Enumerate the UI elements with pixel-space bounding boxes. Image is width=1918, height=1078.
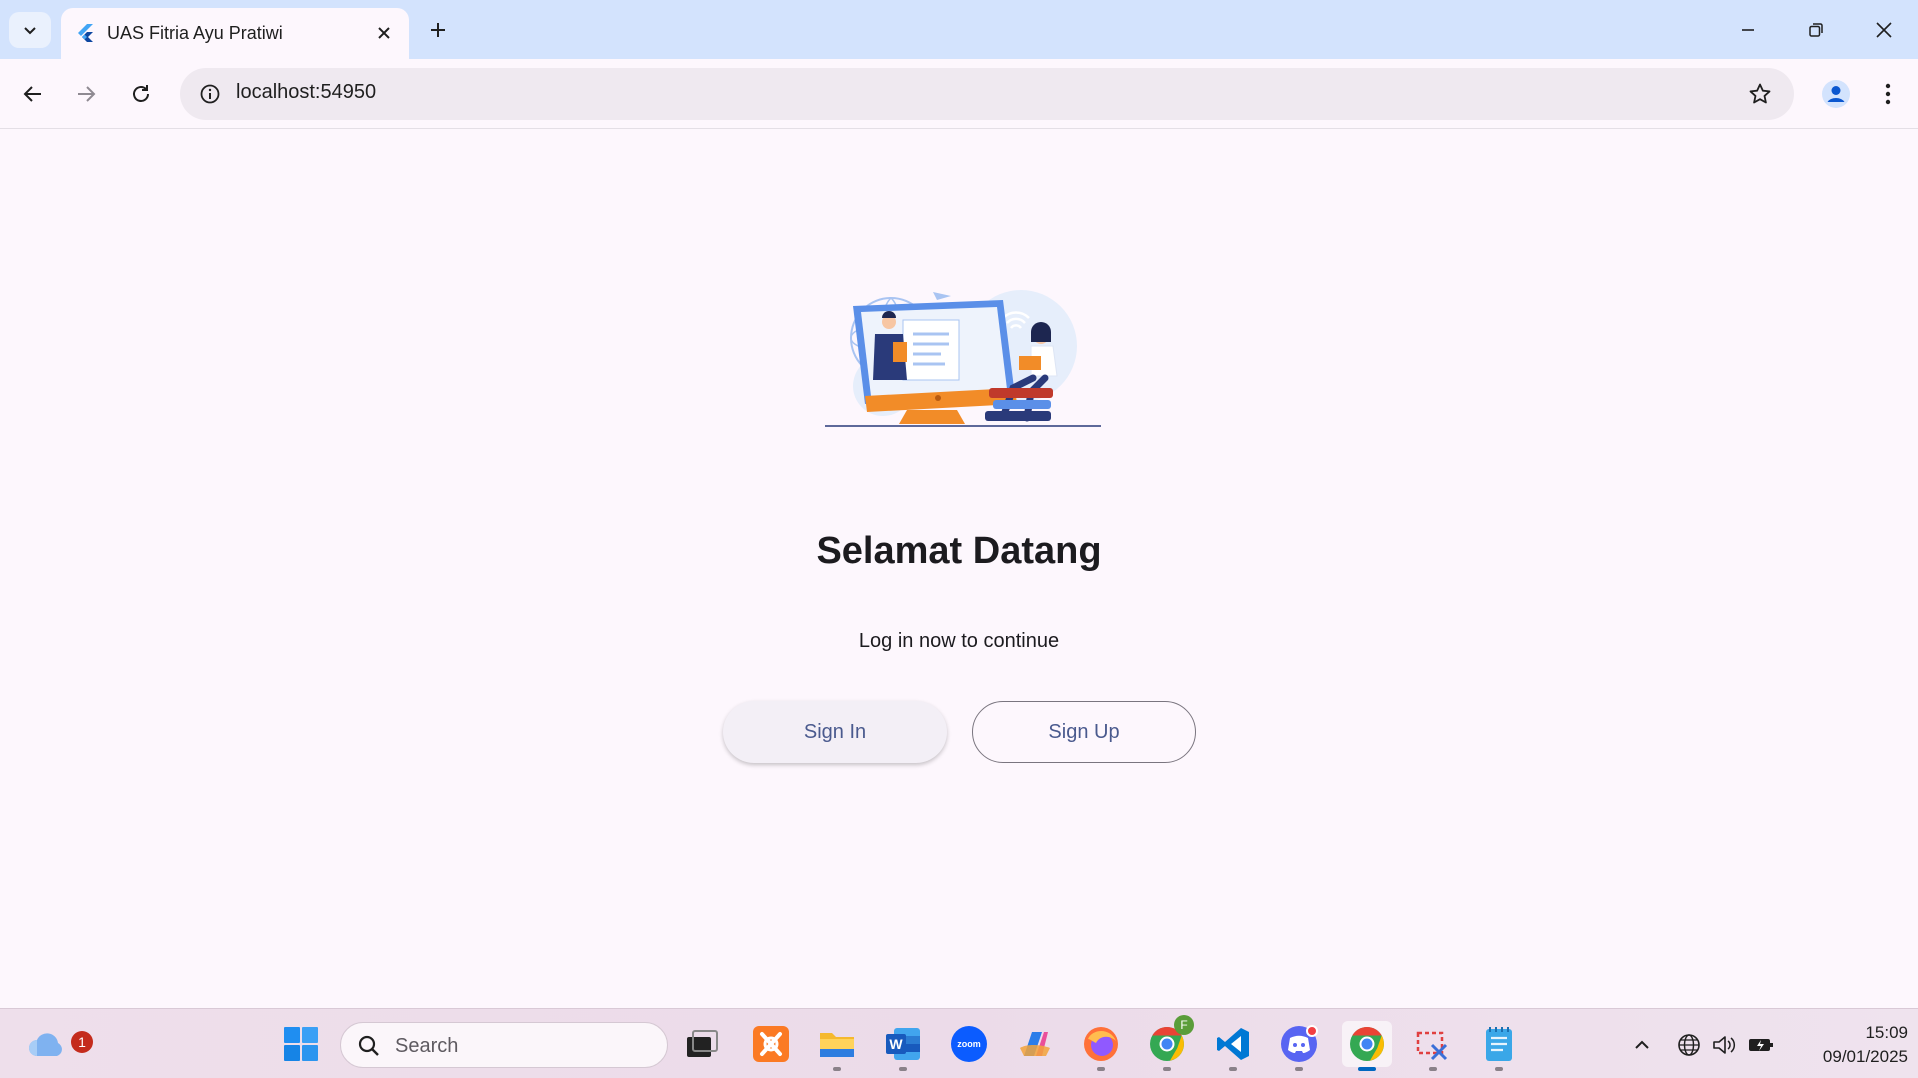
discord-app[interactable] (1276, 1021, 1322, 1071)
plus-icon (431, 23, 445, 37)
more-vert-icon (1885, 83, 1891, 105)
taskbar-search-placeholder: Search (395, 1035, 459, 1057)
sign-in-button[interactable]: Sign In (723, 701, 947, 763)
show-hidden-icons-button[interactable] (1628, 1031, 1656, 1059)
volume-button[interactable] (1710, 1031, 1738, 1059)
star-icon (1749, 83, 1771, 104)
search-icon (358, 1035, 379, 1056)
windows-taskbar: 1 Search W zoom F 15:09 09/01/2025 (0, 1008, 1918, 1078)
svg-text:zoom: zoom (957, 1039, 981, 1049)
svg-text:W: W (889, 1036, 903, 1052)
chevron-down-icon (24, 27, 36, 35)
xampp-icon (753, 1026, 789, 1062)
online-learning-illustration (825, 290, 1101, 427)
taskbar-search[interactable]: Search (340, 1022, 668, 1068)
active-tab[interactable]: UAS Fitria Ayu Pratiwi (61, 8, 409, 59)
snipping-tool-app[interactable] (1410, 1021, 1456, 1071)
chrome-app-active[interactable] (1342, 1021, 1392, 1071)
taskbar-clock[interactable]: 15:09 09/01/2025 (1790, 1021, 1908, 1069)
file-explorer-app[interactable] (814, 1021, 860, 1071)
restore-icon (1809, 22, 1823, 37)
back-button[interactable] (13, 74, 53, 114)
window-close-icon (1876, 21, 1892, 38)
notepad-icon (1486, 1027, 1512, 1061)
info-icon (200, 84, 220, 104)
minimize-button[interactable] (1714, 0, 1782, 59)
url-text: localhost:54950 (236, 81, 377, 103)
start-button[interactable] (278, 1021, 324, 1067)
task-view-button[interactable] (679, 1021, 725, 1067)
battery-icon (1749, 1039, 1773, 1051)
zoom-icon: zoom (951, 1026, 987, 1062)
flutter-icon (78, 24, 93, 42)
sign-up-button[interactable]: Sign Up (972, 701, 1196, 763)
reload-icon (133, 85, 149, 102)
tab-close-button[interactable] (371, 20, 397, 46)
task-view-icon (687, 1030, 718, 1057)
word-app[interactable]: W (880, 1021, 926, 1071)
window-close-button[interactable] (1850, 0, 1918, 59)
chevron-up-icon (1635, 1040, 1649, 1049)
copilot-app[interactable] (1012, 1021, 1058, 1067)
address-bar[interactable]: localhost:54950 (180, 68, 1794, 120)
network-icon (1678, 1034, 1700, 1056)
discord-icon (1281, 1025, 1318, 1062)
chrome-profile-app[interactable]: F (1144, 1015, 1194, 1071)
browser-toolbar: localhost:54950 (0, 59, 1918, 129)
restore-button[interactable] (1782, 0, 1850, 59)
tab-title: UAS Fitria Ayu Pratiwi (107, 23, 283, 43)
back-arrow-icon (23, 86, 41, 102)
file-explorer-icon (820, 1033, 854, 1057)
clock-date: 09/01/2025 (1822, 1047, 1908, 1066)
weather-badge: 1 (71, 1031, 93, 1053)
tab-search-button[interactable] (9, 12, 51, 48)
site-info-button[interactable] (192, 76, 228, 112)
chrome-profile-badge: F (1174, 1015, 1194, 1035)
weather-icon (29, 1033, 62, 1056)
notepad-app[interactable] (1476, 1021, 1522, 1071)
windows-start-icon (284, 1027, 318, 1061)
close-icon (378, 27, 390, 39)
vscode-app[interactable] (1210, 1021, 1256, 1071)
profile-button[interactable] (1814, 72, 1858, 116)
minimize-icon (1742, 28, 1754, 31)
page-content: Selamat Datang Log in now to continue Si… (0, 130, 1918, 1008)
firefox-app[interactable] (1078, 1021, 1124, 1071)
clock-time: 15:09 (1865, 1023, 1908, 1042)
word-icon: W (886, 1028, 920, 1060)
welcome-subtitle: Log in now to continue (858, 630, 1060, 652)
firefox-icon (1084, 1027, 1118, 1061)
profile-icon (1822, 80, 1850, 108)
browser-menu-button[interactable] (1868, 72, 1908, 116)
chrome-icon (1350, 1027, 1384, 1061)
reload-button[interactable] (121, 74, 161, 114)
copilot-icon (1020, 1032, 1050, 1056)
snipping-tool-icon (1416, 1031, 1448, 1061)
tab-strip: UAS Fitria Ayu Pratiwi (0, 0, 1918, 59)
battery-button[interactable] (1747, 1031, 1775, 1059)
welcome-title: Selamat Datang (816, 530, 1102, 572)
bookmark-button[interactable] (1742, 76, 1778, 112)
forward-arrow-icon (78, 86, 96, 102)
network-button[interactable] (1675, 1031, 1703, 1059)
vscode-icon (1217, 1028, 1249, 1060)
new-tab-button[interactable] (420, 12, 456, 48)
forward-button[interactable] (66, 74, 106, 114)
zoom-app[interactable]: zoom (946, 1021, 992, 1067)
weather-widget[interactable]: 1 (24, 1021, 93, 1067)
xampp-app[interactable] (748, 1021, 794, 1067)
volume-icon (1713, 1036, 1736, 1054)
